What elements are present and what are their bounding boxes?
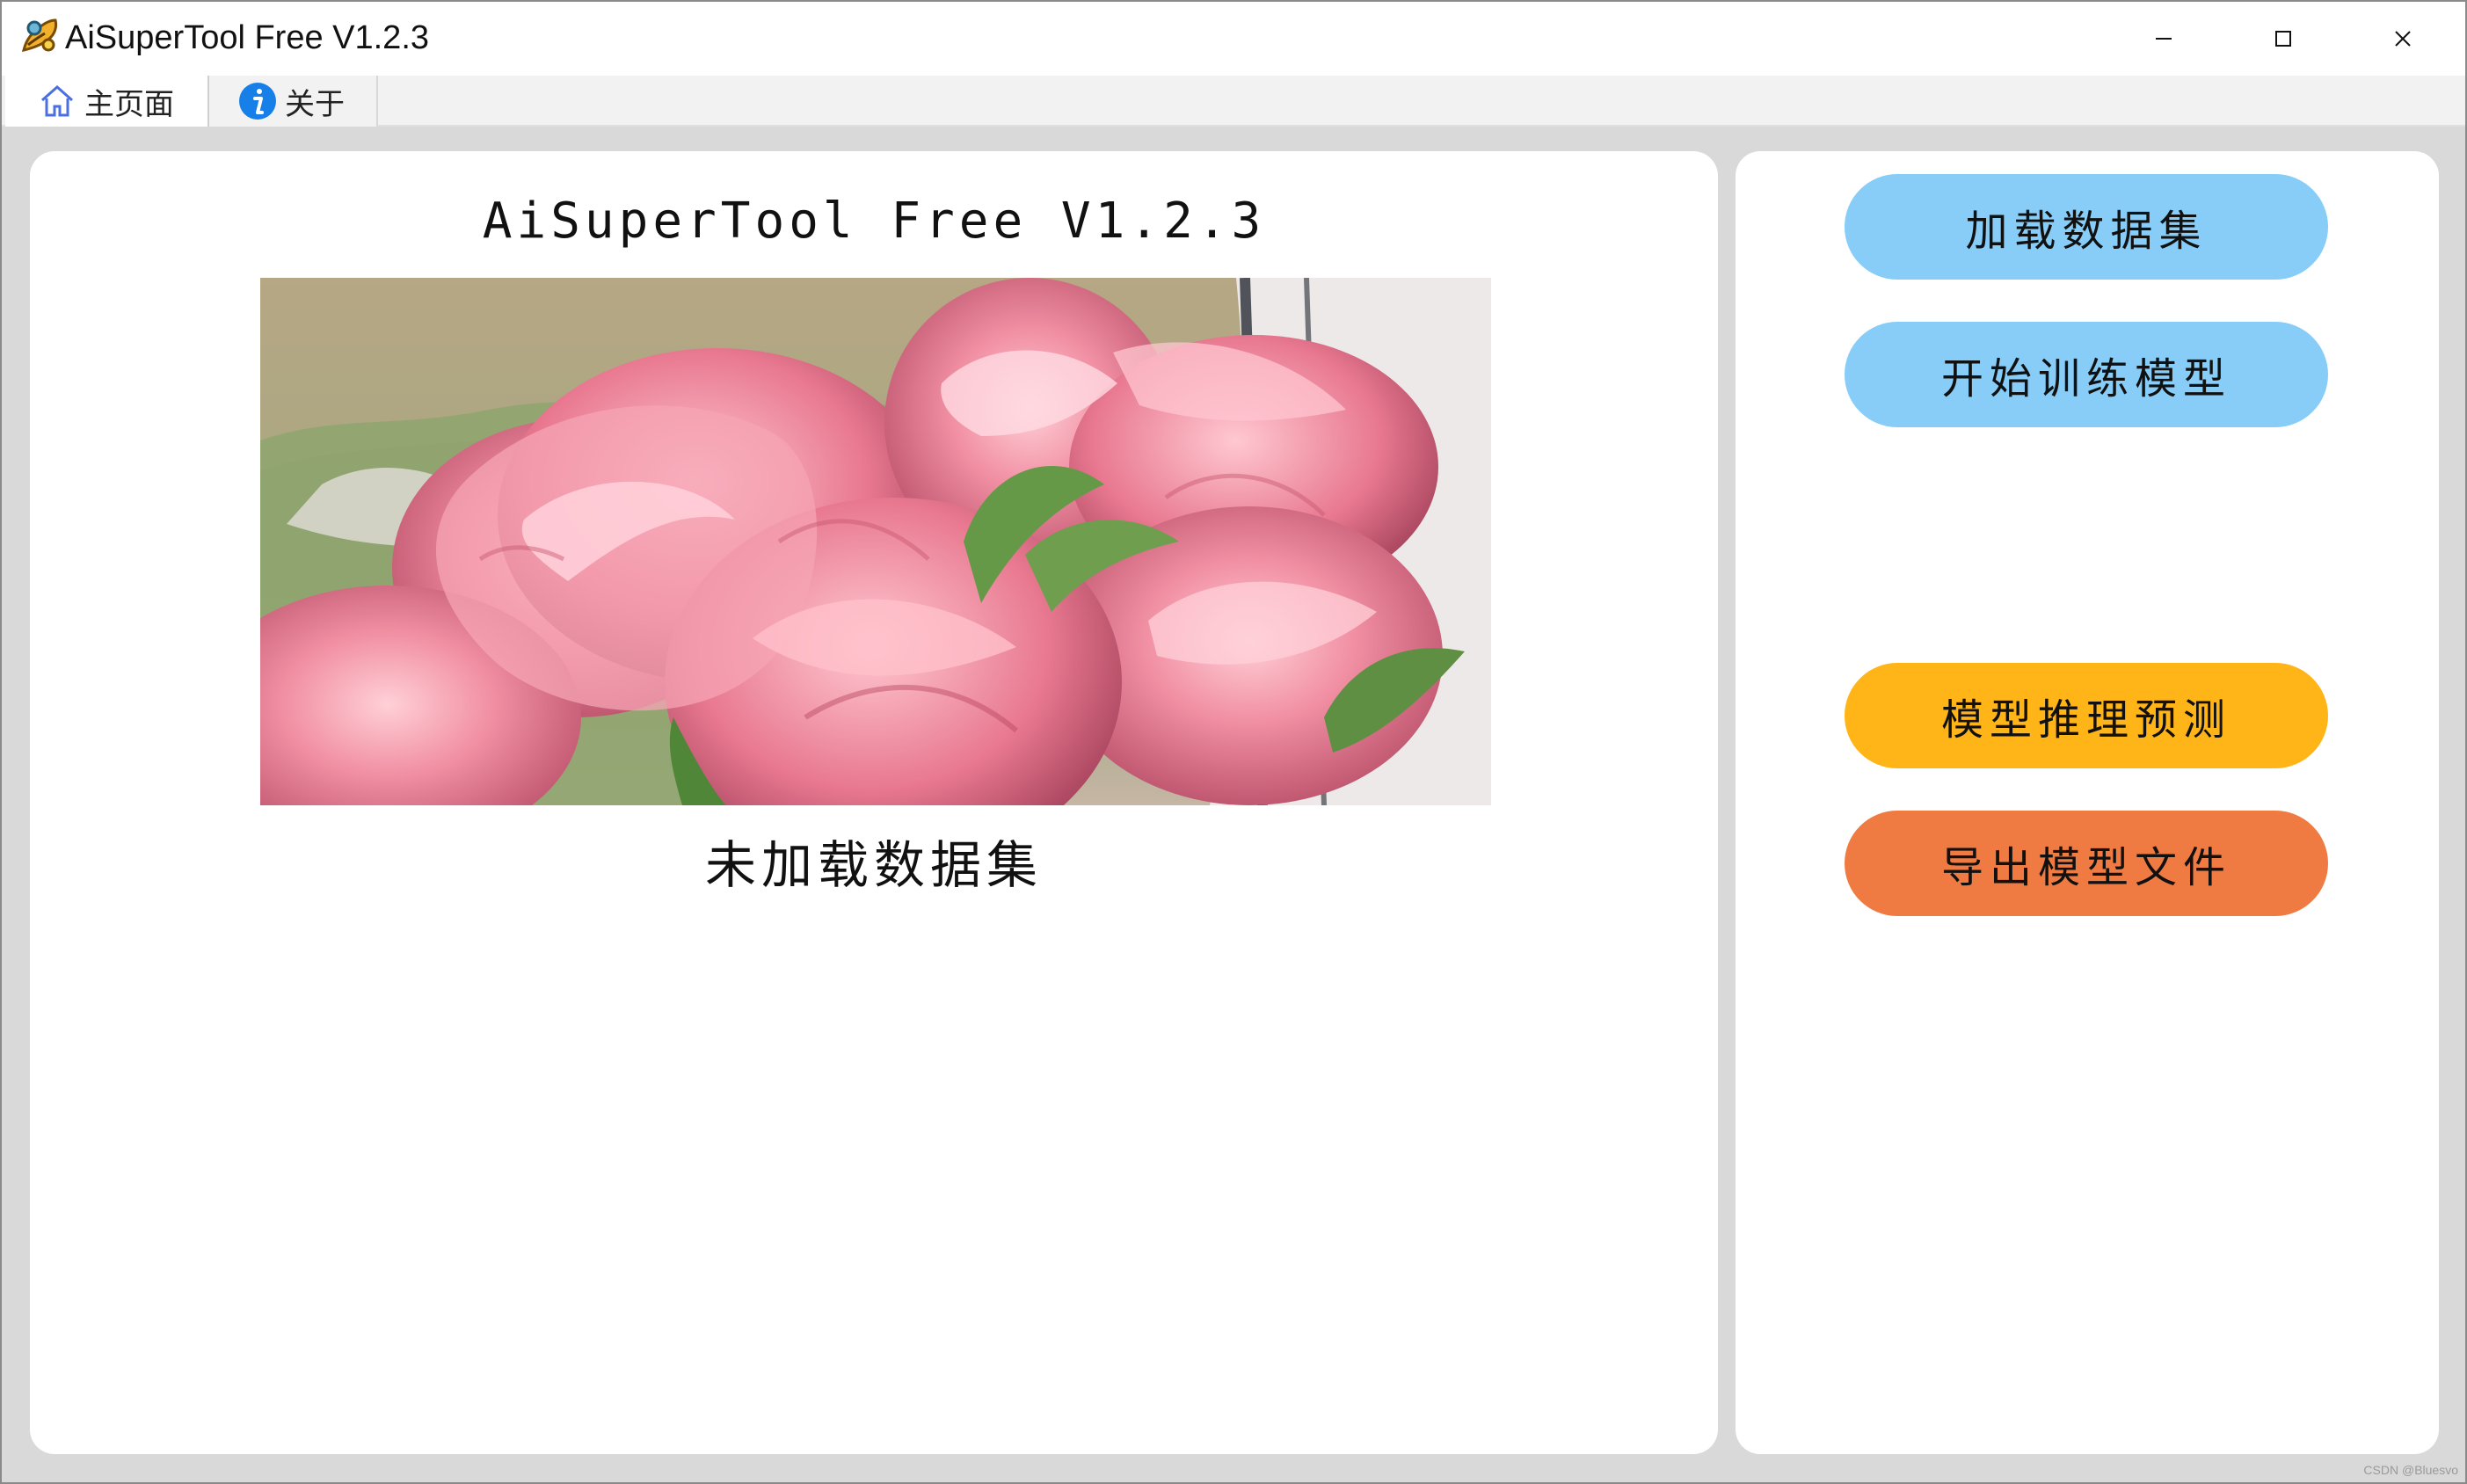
watermark-text: CSDN @Bluesvo	[2363, 1463, 2458, 1477]
title-bar: AiSuperTool Free V1.2.3	[2, 2, 2465, 76]
maximize-button[interactable]	[2226, 2, 2340, 76]
minimize-icon	[2156, 38, 2172, 40]
model-inference-button[interactable]: 模型推理预测	[1845, 663, 2328, 768]
main-content-panel: AiSuperTool Free V1.2.3 未加载数据集	[30, 151, 1718, 1454]
tab-main-page-label: 主页面	[84, 86, 174, 122]
load-dataset-button[interactable]: 加载数据集	[1845, 174, 2328, 280]
close-button[interactable]	[2346, 2, 2460, 76]
info-icon	[239, 83, 276, 120]
dataset-status: 未加载数据集	[704, 835, 1043, 895]
tab-bar: 主页面 关于	[2, 76, 2465, 127]
maximize-icon	[2275, 31, 2291, 47]
tab-main-page[interactable]: 主页面	[5, 76, 209, 127]
tab-about[interactable]: 关于	[209, 76, 378, 127]
minimize-button[interactable]	[2107, 2, 2221, 76]
close-icon	[2395, 31, 2411, 47]
app-window: AiSuperTool Free V1.2.3 主页面 关于 AiSuperTo…	[0, 0, 2467, 1484]
window-title: AiSuperTool Free V1.2.3	[65, 19, 430, 56]
tab-about-label: 关于	[285, 86, 345, 122]
page-title: AiSuperTool Free V1.2.3	[482, 193, 1266, 250]
export-model-file-button[interactable]: 导出模型文件	[1845, 811, 2328, 916]
action-panel: 加载数据集 开始训练模型 模型推理预测 导出模型文件	[1736, 151, 2439, 1454]
pink-roses-image	[260, 278, 1491, 805]
start-training-button[interactable]: 开始训练模型	[1845, 322, 2328, 427]
home-icon	[41, 84, 73, 117]
rose-image	[260, 278, 1491, 805]
app-logo-icon	[21, 18, 58, 53]
